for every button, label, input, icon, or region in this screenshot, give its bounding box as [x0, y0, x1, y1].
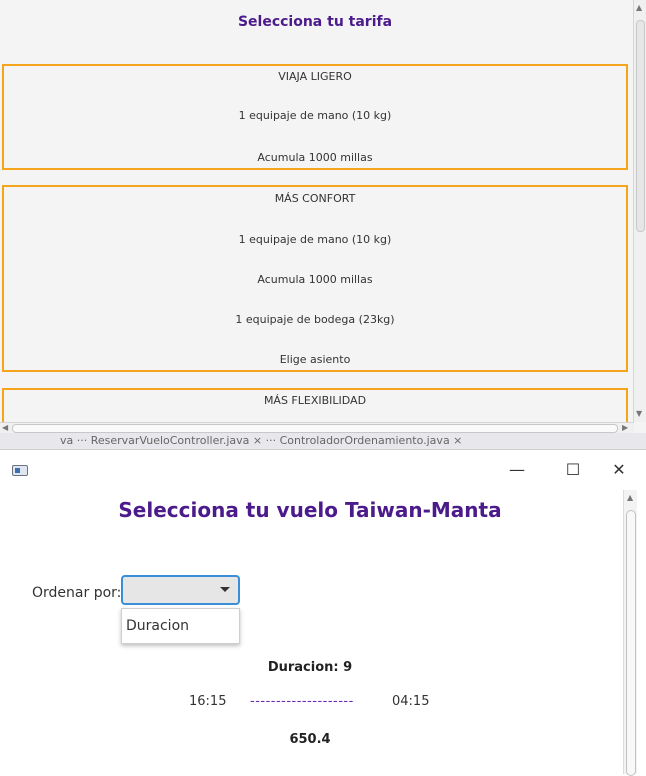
fare-feature: Acumula 1000 millas: [257, 273, 373, 286]
scroll-up-icon[interactable]: ▲: [636, 4, 642, 12]
arrival-time: 04:15: [392, 694, 430, 709]
sort-option-duracion[interactable]: Duracion: [126, 618, 189, 634]
fare-feature: 1 equipaje de mano (10 kg): [238, 109, 392, 122]
editor-tabs-text[interactable]: va ··· ReservarVueloController.java × ··…: [60, 434, 462, 447]
sort-dropdown-list: Duracion: [121, 608, 240, 644]
scrollbar-thumb[interactable]: [626, 510, 636, 776]
scroll-right-icon[interactable]: ▶: [622, 424, 628, 432]
close-button[interactable]: ✕: [606, 459, 632, 481]
flight-price[interactable]: 650.4: [0, 732, 620, 747]
fare-feature: Acumula 1000 millas: [257, 151, 373, 164]
flight-duration: Duracion: 9: [267, 660, 353, 675]
scrollbar-thumb[interactable]: [636, 20, 645, 232]
scroll-up-icon[interactable]: ▲: [627, 494, 633, 502]
minimize-button[interactable]: —: [504, 459, 530, 481]
maximize-button[interactable]: ☐: [560, 459, 586, 481]
sort-combobox[interactable]: [121, 575, 240, 605]
fare-name: VIAJA LIGERO: [278, 70, 352, 83]
fare-feature: 1 equipaje de mano (10 kg): [238, 233, 392, 246]
scroll-down-icon[interactable]: ▼: [636, 410, 642, 418]
fare-name: MÁS CONFORT: [274, 192, 356, 205]
window-titlebar[interactable]: — ☐ ✕: [0, 450, 646, 490]
fare-feature: 1 equipaje de bodega (23kg): [235, 313, 395, 326]
tariff-horizontal-scrollbar[interactable]: ◀ ▶: [0, 422, 634, 433]
tariff-title: Selecciona tu tarifa: [237, 14, 393, 30]
fare-card-mas-confort[interactable]: MÁS CONFORT 1 equipaje de mano (10 kg) A…: [2, 185, 628, 372]
fare-feature: Elige asiento: [279, 353, 351, 366]
tariff-vertical-scrollbar[interactable]: ▲ ▼: [633, 0, 646, 422]
fare-name: MÁS FLEXIBILIDAD: [263, 394, 367, 407]
flight-window: — ☐ ✕ Selecciona tu vuelo Taiwan-Manta O…: [0, 449, 646, 776]
fare-card-viaja-ligero[interactable]: VIAJA LIGERO 1 equipaje de mano (10 kg) …: [2, 64, 628, 170]
scrollbar-thumb[interactable]: [12, 424, 618, 433]
chevron-down-icon[interactable]: [220, 587, 230, 592]
editor-tab-strip: va ··· ReservarVueloController.java × ··…: [0, 433, 646, 449]
tariff-panel: Selecciona tu tarifa VIAJA LIGERO 1 equi…: [0, 0, 646, 433]
route-line: --------------------: [250, 694, 354, 709]
app-window-icon: [12, 465, 28, 476]
flight-vertical-scrollbar[interactable]: ▲: [623, 490, 637, 776]
scroll-left-icon[interactable]: ◀: [2, 424, 8, 432]
flight-title: Selecciona tu vuelo Taiwan-Manta: [118, 498, 502, 522]
sort-label: Ordenar por:: [32, 585, 122, 601]
departure-time: 16:15: [189, 694, 227, 709]
